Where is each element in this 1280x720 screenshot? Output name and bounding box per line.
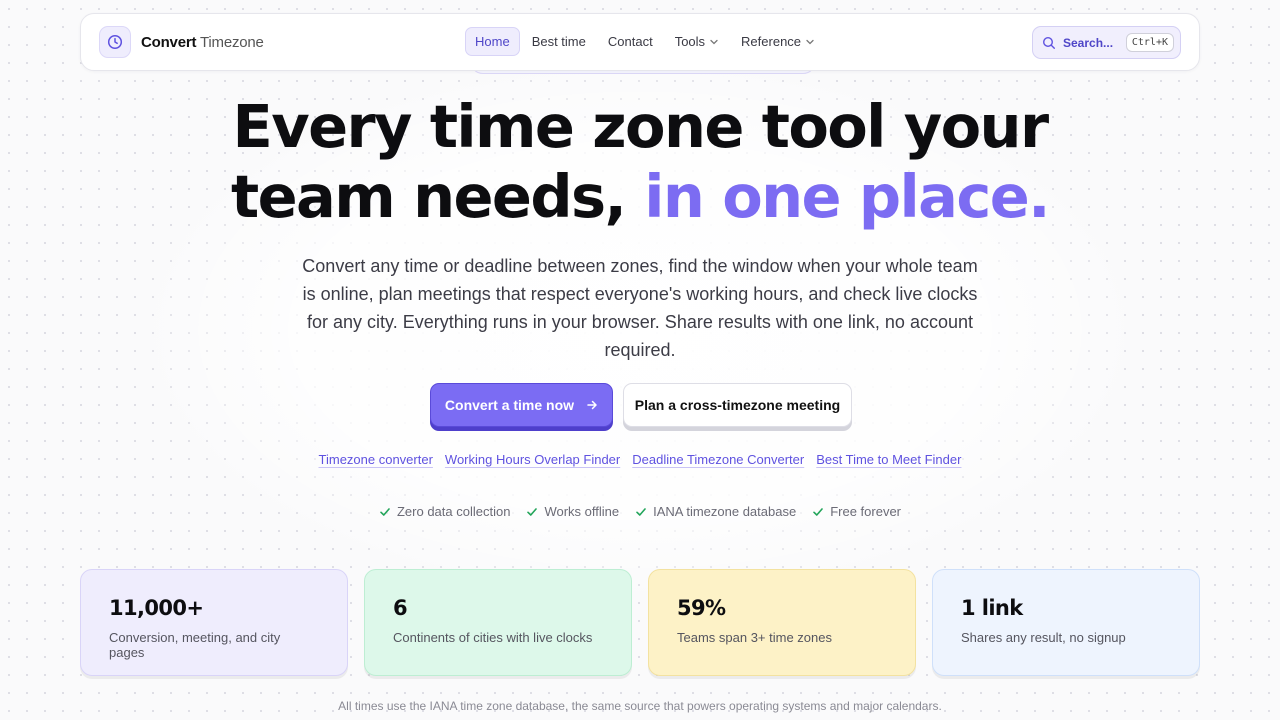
check-icon [527, 507, 538, 516]
stat-label: Shares any result, no signup [961, 630, 1126, 645]
search-icon [1042, 36, 1055, 49]
nav-contact[interactable]: Contact [598, 27, 663, 56]
quick-links: Timezone converter Working Hours Overlap… [0, 452, 1280, 467]
plan-meeting-button[interactable]: Plan a cross-timezone meeting [623, 383, 852, 427]
feature-label: Zero data collection [396, 504, 511, 519]
footnote: All times use the IANA time zone databas… [338, 699, 942, 713]
nav-tools-dropdown[interactable]: Tools [665, 27, 729, 56]
nav-home-label: Home [475, 34, 510, 49]
link-deadline-converter[interactable]: Deadline Timezone Converter [632, 452, 804, 467]
plan-meeting-button-label: Plan a cross-timezone meeting [634, 397, 841, 413]
hero-title: Every time zone tool your team needs, in… [0, 92, 1280, 232]
search-button[interactable]: Search... Ctrl+K [1032, 26, 1181, 59]
nav-best-time[interactable]: Best time [522, 27, 596, 56]
feature-label: Free forever [830, 504, 902, 519]
stat-label: Teams span 3+ time zones [677, 630, 832, 645]
nav-best-time-label: Best time [531, 34, 586, 49]
stat-card-link: 1 link Shares any result, no signup [932, 569, 1200, 676]
arrow-right-icon [587, 400, 597, 410]
stat-card-pages: 11,000+ Conversion, meeting, and city pa… [80, 569, 348, 676]
convert-time-button[interactable]: Convert a time now [430, 383, 613, 427]
feature-item: IANA timezone database [635, 504, 796, 519]
stats-row: 11,000+ Conversion, meeting, and city pa… [80, 569, 1200, 676]
stat-value: 59% [677, 596, 726, 620]
feature-label: IANA timezone database [653, 504, 797, 519]
hero-title-accent: in one place. [644, 162, 1050, 231]
keyboard-shortcut-badge: Ctrl+K [1125, 33, 1174, 52]
check-icon [380, 507, 390, 516]
logo[interactable] [99, 26, 131, 58]
stat-label: Conversion, meeting, and city pages [109, 630, 281, 660]
brand-name-bold: Convert [141, 33, 197, 51]
brand-name-light: Timezone [199, 33, 264, 51]
feature-list: Zero data collection Works offline IANA … [0, 504, 1280, 519]
stat-label: Continents of cities with live clocks [393, 630, 593, 645]
check-icon [813, 507, 824, 516]
stat-card-teams: 59% Teams span 3+ time zones [648, 569, 916, 676]
search-label: Search... [1063, 35, 1114, 50]
check-icon [636, 507, 646, 516]
stat-value: 1 link [961, 596, 1023, 620]
link-best-time-to-meet[interactable]: Best Time to Meet Finder [816, 452, 961, 467]
stat-value: 6 [393, 596, 408, 620]
feature-item: Free forever [812, 504, 901, 519]
feature-label: Works offline [544, 504, 620, 519]
nav-contact-label: Contact [607, 34, 653, 49]
hero-title-line1: Every time zone tool your [232, 92, 1050, 161]
feature-item: Works offline [526, 504, 619, 519]
hero-description: Convert any time or deadline between zon… [302, 256, 978, 360]
convert-time-button-label: Convert a time now [444, 397, 575, 413]
main-nav: Home Best time Contact Tools Reference [465, 27, 825, 56]
link-working-hours-overlap[interactable]: Working Hours Overlap Finder [445, 452, 620, 467]
feature-item: Zero data collection [379, 504, 510, 519]
link-timezone-converter[interactable]: Timezone converter [319, 452, 433, 467]
chevron-down-icon [806, 39, 814, 44]
hero-title-line2: team needs, [231, 162, 645, 231]
stat-card-continents: 6 Continents of cities with live clocks [364, 569, 632, 676]
nav-home[interactable]: Home [465, 27, 520, 56]
brand-name[interactable]: Convert Timezone [141, 34, 264, 51]
clock-icon [107, 34, 123, 50]
nav-reference-label: Reference [741, 34, 802, 49]
nav-reference-dropdown[interactable]: Reference [731, 27, 825, 56]
nav-tools-label: Tools [674, 34, 706, 49]
chevron-down-icon [710, 39, 718, 44]
stat-value: 11,000+ [109, 596, 204, 620]
navbar: Convert Timezone Home Best time Contact … [80, 13, 1200, 71]
